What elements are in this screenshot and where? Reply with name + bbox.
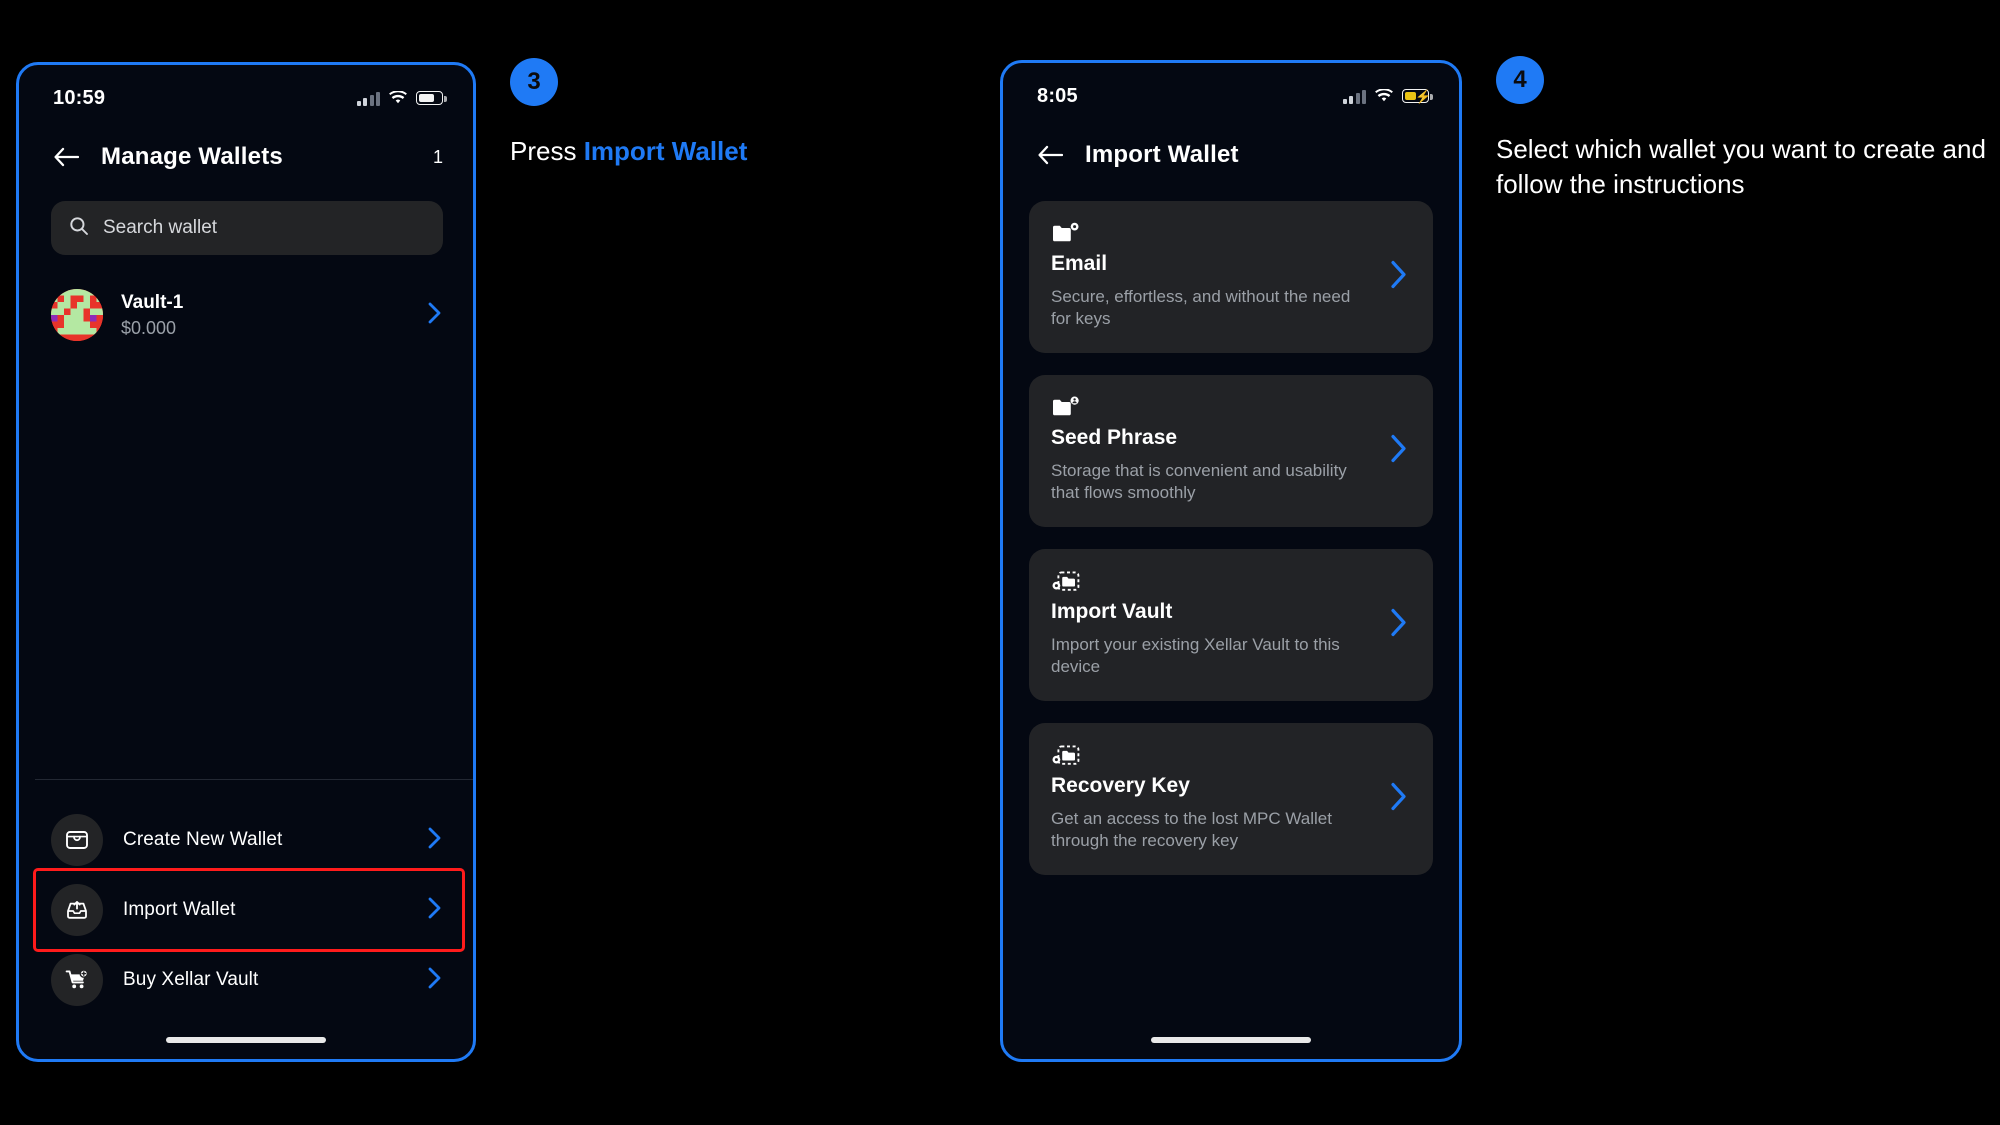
nav-header: Import Wallet — [1003, 115, 1459, 177]
menu-item-label: Create New Wallet — [123, 829, 283, 850]
option-description: Get an access to the lost MPC Wallet thr… — [1051, 808, 1332, 851]
option-title: Recovery Key — [1051, 773, 1190, 797]
option-card-seed-phrase[interactable]: Seed Phrase Storage that is convenient a… — [1029, 374, 1433, 527]
menu-item-import-wallet[interactable]: Import Wallet — [19, 868, 473, 952]
wallet-count: 1 — [432, 146, 443, 167]
status-bar: 8:05 ⚡ — [1003, 63, 1459, 115]
search-input[interactable]: Search wallet — [51, 201, 443, 255]
status-bar-time: 8:05 — [1037, 84, 1078, 107]
cellular-bars-icon — [1342, 89, 1366, 104]
phone-screen-manage-wallets: 10:59 Manage Wallets 1 Search wallet Vau… — [16, 62, 476, 1062]
option-description: Import your existing Xellar Vault to thi… — [1051, 634, 1340, 677]
option-card-import-vault[interactable]: Import Vault Import your existing Xellar… — [1029, 548, 1433, 701]
back-arrow-icon[interactable] — [1037, 144, 1064, 166]
search-placeholder: Search wallet — [103, 217, 218, 238]
option-description: Storage that is convenient and usability… — [1051, 460, 1347, 503]
callout-text: Press Import Wallet — [510, 134, 950, 169]
cellular-bars-icon — [356, 91, 380, 106]
chevron-right-icon[interactable] — [1389, 780, 1409, 817]
step-badge: 3 — [510, 58, 558, 106]
chevron-right-icon[interactable] — [427, 301, 443, 330]
page-title: Manage Wallets — [101, 143, 283, 170]
option-card-email[interactable]: Email Secure, effortless, and without th… — [1029, 201, 1433, 353]
callout-step-4: 4 Select which wallet you want to create… — [1496, 56, 1996, 203]
battery-charging-icon: ⚡ — [1402, 89, 1433, 104]
status-bar-time: 10:59 — [53, 86, 106, 109]
wallet-balance: $0.000 — [121, 317, 177, 338]
home-indicator — [1151, 1037, 1311, 1043]
buy-cart-icon — [51, 954, 103, 1006]
chevron-right-icon[interactable] — [1389, 606, 1409, 643]
folder-lock-icon — [1051, 396, 1081, 425]
status-bar-icons: ⚡ — [1342, 89, 1433, 104]
wallet-name: Vault-1 — [121, 291, 184, 313]
option-title: Seed Phrase — [1051, 425, 1178, 449]
callout-text-prefix: Press — [510, 136, 584, 166]
chevron-right-icon[interactable] — [427, 966, 443, 995]
chevron-right-icon[interactable] — [1389, 432, 1409, 469]
callout-text-accent: Import Wallet — [583, 136, 748, 166]
wallet-text: Vault-1 $0.000 — [121, 292, 409, 339]
section-divider — [35, 779, 473, 780]
folder-gear-icon — [1051, 222, 1081, 251]
phone-screen-import-wallet: 8:05 ⚡ Import Wallet Email Secure, effor… — [1000, 60, 1462, 1062]
import-wallet-icon — [51, 884, 103, 936]
step-badge: 4 — [1496, 56, 1544, 104]
menu-item-create-new-wallet[interactable]: Create New Wallet — [19, 805, 473, 875]
chevron-right-icon[interactable] — [427, 826, 443, 855]
folder-dashed-icon — [1051, 745, 1081, 773]
wifi-icon — [389, 91, 407, 105]
status-bar: 10:59 — [19, 65, 473, 117]
folder-dashed-icon — [1051, 571, 1081, 599]
option-description: Secure, effortless, and without the need… — [1051, 287, 1351, 329]
bottom-actions-menu: Create New Wallet Import Wallet Buy Xell… — [19, 805, 473, 1015]
callout-step-3: 3 Press Import Wallet — [510, 58, 950, 169]
battery-icon — [416, 91, 447, 105]
chevron-right-icon[interactable] — [427, 896, 443, 925]
option-title: Email — [1051, 252, 1108, 275]
import-options-list: Email Secure, effortless, and without th… — [1003, 177, 1459, 875]
option-card-recovery-key[interactable]: Recovery Key Get an access to the lost M… — [1029, 722, 1433, 875]
create-wallet-icon — [51, 814, 103, 866]
nav-header: Manage Wallets 1 — [19, 117, 473, 179]
option-title: Import Vault — [1051, 599, 1173, 623]
back-arrow-icon[interactable] — [53, 146, 80, 168]
page-title: Import Wallet — [1085, 141, 1239, 168]
status-bar-icons — [356, 91, 447, 106]
menu-item-label: Import Wallet — [123, 899, 236, 920]
menu-item-buy-xellar-vault[interactable]: Buy Xellar Vault — [19, 945, 473, 1015]
callout-text: Select which wallet you want to create a… — [1496, 134, 1986, 200]
chevron-right-icon[interactable] — [1389, 258, 1409, 295]
identicon-avatar — [51, 289, 103, 341]
wallet-list-item[interactable]: Vault-1 $0.000 — [51, 283, 443, 347]
menu-item-label: Buy Xellar Vault — [123, 969, 259, 990]
wifi-icon — [1375, 89, 1393, 103]
screenshot-canvas: 10:59 Manage Wallets 1 Search wallet Vau… — [0, 0, 2000, 1125]
search-icon — [69, 216, 89, 241]
home-indicator — [166, 1037, 326, 1043]
